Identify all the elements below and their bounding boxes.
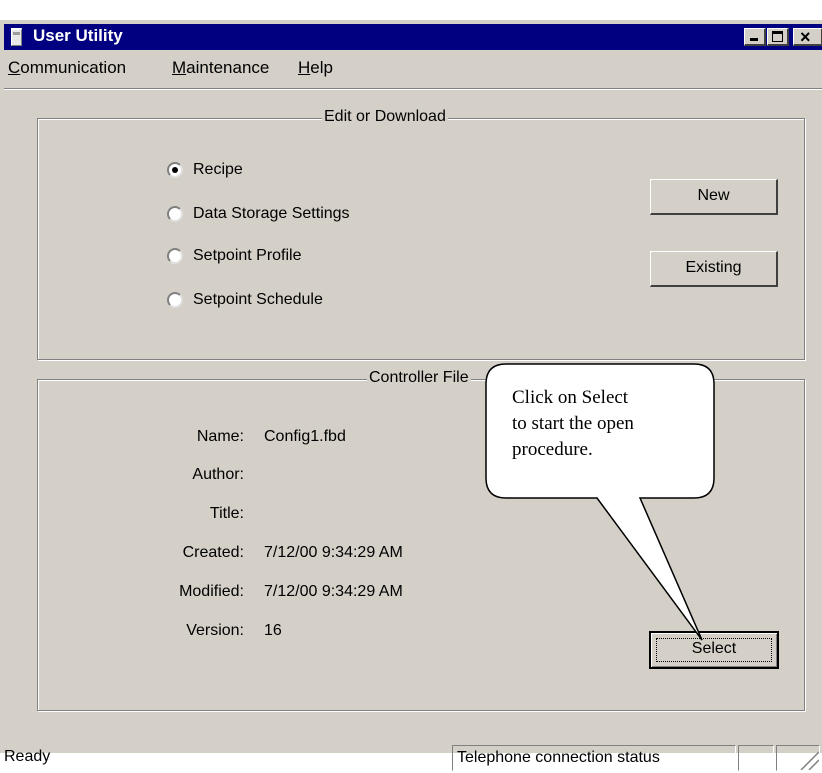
radio-button[interactable] — [167, 162, 183, 178]
modified-value: 7/12/00 9:34:29 AM — [264, 583, 403, 600]
callout-line: procedure. — [512, 439, 593, 460]
select-button[interactable]: Select — [649, 631, 779, 669]
callout-text: Click on Select to start the open proced… — [512, 385, 712, 463]
radio-label: Data Storage Settings — [193, 205, 350, 222]
menu-communication[interactable]: Communication — [8, 58, 126, 78]
menu-help[interactable]: Help — [298, 58, 333, 78]
controller-file-title: Controller File — [367, 369, 471, 387]
close-button[interactable]: × — [793, 27, 822, 47]
name-label: Name: — [196, 428, 244, 445]
author-label: Author: — [192, 466, 244, 483]
created-value: 7/12/00 9:34:29 AM — [264, 544, 403, 561]
menu-maintenance[interactable]: Maintenance — [172, 58, 269, 78]
existing-button-label: Existing — [685, 259, 742, 276]
radio-label: Setpoint Schedule — [193, 291, 323, 308]
callout-line: Click on Select — [512, 387, 629, 408]
status-panel-empty — [738, 745, 774, 771]
radio-button[interactable] — [167, 292, 183, 308]
maximize-button[interactable] — [767, 28, 789, 46]
existing-button[interactable]: Existing — [650, 251, 778, 287]
radio-label: Setpoint Profile — [193, 247, 302, 264]
callout-line: to start the open — [512, 413, 634, 434]
radio-label: Recipe — [193, 161, 243, 178]
minimize-button[interactable] — [744, 28, 766, 46]
radio-button[interactable] — [167, 206, 183, 222]
select-button-label: Select — [691, 640, 737, 657]
telephone-status-text: Telephone connection status — [457, 749, 660, 766]
version-value: 16 — [264, 622, 282, 639]
radio-button[interactable] — [167, 248, 183, 264]
version-label: Version: — [186, 622, 244, 639]
new-button[interactable]: New — [650, 179, 778, 215]
size-grip-icon[interactable] — [781, 746, 820, 770]
app-icon — [11, 28, 22, 46]
menu-divider — [4, 88, 822, 90]
modified-label: Modified: — [179, 583, 244, 600]
name-value: Config1.fbd — [264, 428, 346, 445]
title-bar[interactable]: User Utility × — [4, 24, 822, 50]
edit-or-download-title: Edit or Download — [322, 108, 448, 126]
title-label: Title: — [209, 505, 244, 522]
close-icon: × — [800, 27, 811, 47]
status-panel-grip — [776, 745, 820, 771]
created-label: Created: — [182, 544, 244, 561]
status-ready: Ready — [4, 748, 51, 765]
new-button-label: New — [697, 187, 730, 204]
telephone-status-panel: Telephone connection status — [452, 745, 736, 771]
menu-bar: Communication Maintenance Help — [4, 54, 822, 82]
status-bar: Ready Telephone connection status — [4, 742, 822, 773]
window-title: User Utility — [33, 26, 123, 45]
edit-or-download-group: Edit or Download Recipe Data Storage Set… — [37, 108, 805, 360]
